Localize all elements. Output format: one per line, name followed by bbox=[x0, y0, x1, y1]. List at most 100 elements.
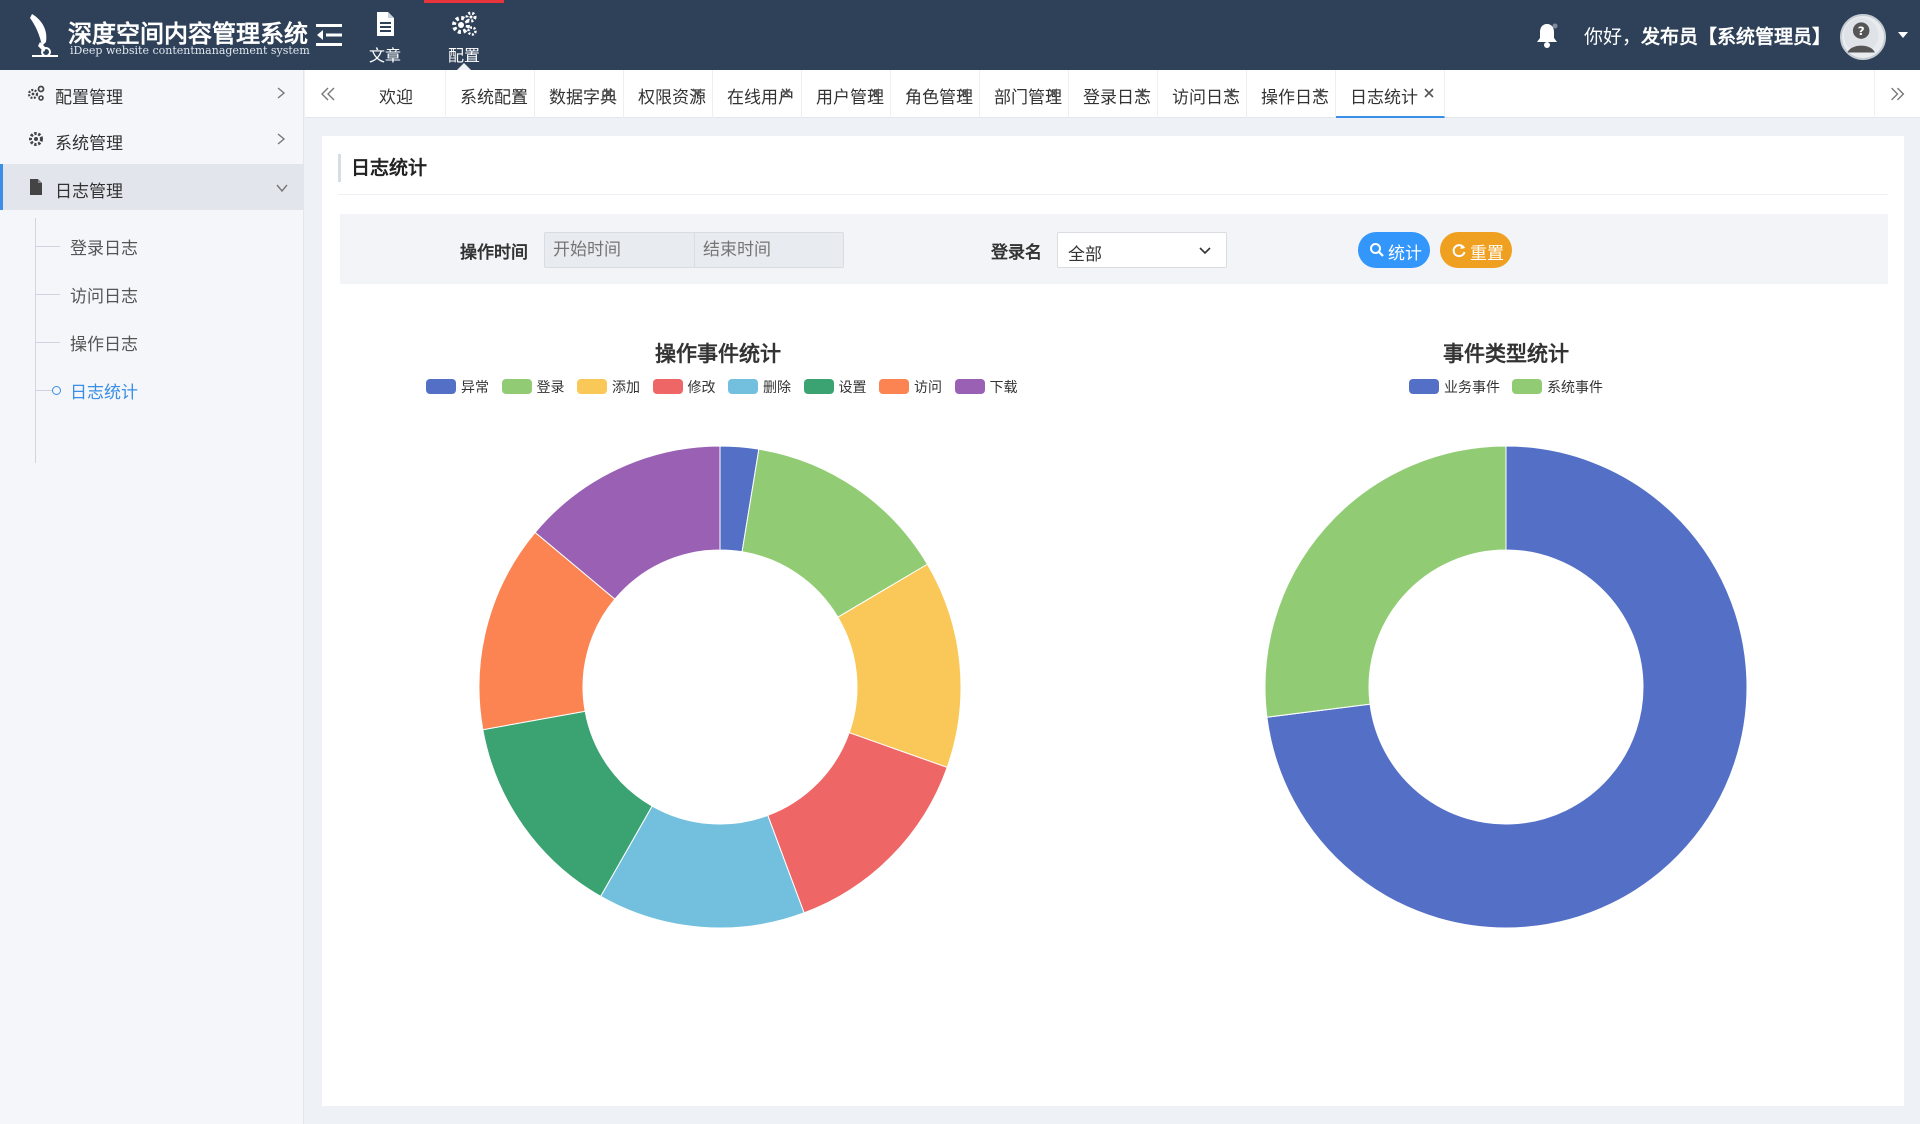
legend-swatch bbox=[1512, 379, 1542, 394]
legend-swatch bbox=[501, 379, 532, 394]
topnav-config-label: 配置 bbox=[447, 46, 480, 65]
tab-item[interactable]: 登录日志 bbox=[1069, 70, 1158, 118]
end-time-input[interactable] bbox=[695, 233, 843, 267]
sidebar-subitem-access-log[interactable]: 访问日志 bbox=[70, 282, 138, 307]
quill-logo-icon bbox=[30, 14, 58, 57]
legend-label: 设置 bbox=[838, 380, 867, 396]
tabs-scroll-right-icon[interactable] bbox=[1874, 70, 1920, 118]
login-name-value: 全部 bbox=[1068, 245, 1102, 265]
donut-chart-operation-events bbox=[478, 445, 962, 929]
donut-slice[interactable] bbox=[1264, 445, 1507, 718]
svg-text:?: ? bbox=[1858, 24, 1865, 38]
tab-item[interactable]: 权限资源 bbox=[624, 70, 713, 118]
legend-swatch bbox=[577, 379, 607, 394]
close-icon[interactable] bbox=[602, 87, 614, 99]
submenu-tick bbox=[36, 294, 60, 295]
close-icon[interactable] bbox=[1314, 87, 1326, 99]
legend-label: 删除 bbox=[763, 380, 791, 396]
close-icon[interactable] bbox=[780, 87, 792, 99]
login-name-label: 登录名 bbox=[991, 243, 1042, 263]
legend-label: 添加 bbox=[612, 380, 640, 396]
title-divider bbox=[338, 194, 1888, 195]
legend-swatch bbox=[954, 379, 985, 394]
tab-item[interactable]: 数据字典 bbox=[535, 70, 624, 118]
active-dot-icon bbox=[52, 386, 61, 395]
topnav-article[interactable]: 文章 bbox=[345, 0, 425, 70]
avatar[interactable]: ? bbox=[1840, 14, 1886, 60]
login-name-select[interactable]: 全部 bbox=[1057, 232, 1227, 268]
filter-bar: 操作时间 登录名 全部 统计 重置 bbox=[340, 214, 1888, 284]
file-icon bbox=[30, 179, 42, 195]
refresh-icon bbox=[1452, 244, 1466, 258]
tab-label: 欢迎 bbox=[379, 88, 413, 108]
top-navbar: 深度空间内容管理系统 iDeep website contentmanageme… bbox=[0, 0, 1920, 70]
cogs-icon bbox=[27, 85, 45, 101]
tab-bar: 欢迎 系统配置 数据字典 权限资源 在线用户 用户管理 角色管理 部门管理 登录日志 访问日志 操作… bbox=[305, 70, 1920, 118]
sidebar-subitem-operation-log[interactable]: 操作日志 bbox=[70, 330, 138, 355]
chart-title-event-types: 事件类型统计 bbox=[1443, 342, 1569, 366]
sidebar-item-config-management[interactable]: 配置管理 bbox=[0, 70, 304, 116]
close-icon[interactable] bbox=[869, 87, 881, 99]
tab-item[interactable]: 用户管理 bbox=[802, 70, 891, 118]
tabs-scroll-left-icon[interactable] bbox=[305, 70, 351, 118]
close-icon[interactable] bbox=[1423, 87, 1435, 99]
chevron-down-icon bbox=[1199, 247, 1211, 255]
start-time-input[interactable] bbox=[545, 233, 693, 267]
document-icon bbox=[377, 12, 394, 36]
submenu-tree-line bbox=[35, 218, 36, 463]
submenu-tick bbox=[36, 342, 60, 343]
user-role: 【系统管理员】 bbox=[1698, 26, 1832, 48]
chart-title-operation-events: 操作事件统计 bbox=[655, 342, 781, 366]
sidebar-subitem-login-log[interactable]: 登录日志 bbox=[70, 234, 138, 259]
chevron-down-icon bbox=[276, 184, 288, 193]
cogs-icon bbox=[452, 11, 477, 36]
legend-label: 登录 bbox=[536, 380, 565, 396]
reset-button-label: 重置 bbox=[1470, 244, 1504, 263]
app-logo[interactable]: 深度空间内容管理系统 iDeep website contentmanageme… bbox=[24, 10, 310, 60]
submenu-tick bbox=[36, 246, 60, 247]
chevron-right-icon bbox=[277, 87, 286, 99]
legend-swatch bbox=[879, 379, 909, 394]
stat-button[interactable]: 统计 bbox=[1358, 232, 1430, 268]
sidebar-item-log-management[interactable]: 日志管理 bbox=[0, 164, 304, 210]
tab-item[interactable]: 日志统计 bbox=[1336, 70, 1445, 118]
close-icon[interactable] bbox=[1225, 87, 1237, 99]
tab-item[interactable]: 部门管理 bbox=[980, 70, 1069, 118]
gear-icon bbox=[29, 132, 43, 146]
sidebar-item-label: 日志管理 bbox=[55, 182, 123, 202]
chart-legend-operation-events: 异常 登录 添加 修改 删除 设置 访问 下载 bbox=[426, 376, 1026, 396]
legend-swatch bbox=[426, 379, 456, 394]
reset-button[interactable]: 重置 bbox=[1440, 232, 1512, 268]
sidebar-item-label: 配置管理 bbox=[55, 88, 123, 108]
sidebar: 配置管理 系统管理 日志管理 登录日志 访问日志 操作日志 日志统计 bbox=[0, 70, 304, 1124]
question-avatar-icon: ? bbox=[1843, 17, 1879, 53]
chevron-right-icon bbox=[277, 133, 286, 145]
tab-item[interactable]: 访问日志 bbox=[1158, 70, 1247, 118]
bell-icon[interactable] bbox=[1535, 22, 1559, 48]
tab-item[interactable]: 系统配置 bbox=[446, 70, 535, 118]
stat-button-label: 统计 bbox=[1388, 244, 1422, 263]
tab-item[interactable]: 在线用户 bbox=[713, 70, 802, 118]
menu-toggle-icon[interactable] bbox=[316, 22, 344, 48]
close-icon[interactable] bbox=[1136, 87, 1148, 99]
tab-item[interactable]: 操作日志 bbox=[1247, 70, 1336, 118]
close-icon[interactable] bbox=[958, 87, 970, 99]
topnav-article-label: 文章 bbox=[368, 46, 401, 65]
close-icon[interactable] bbox=[691, 87, 703, 99]
topnav-config[interactable]: 配置 bbox=[424, 0, 504, 70]
tab-item[interactable]: 角色管理 bbox=[891, 70, 980, 118]
donut-chart-event-types bbox=[1264, 445, 1748, 929]
sidebar-subitem-log-stats[interactable]: 日志统计 bbox=[70, 378, 138, 403]
close-icon[interactable] bbox=[513, 87, 525, 99]
greeting-prefix: 你好， bbox=[1584, 26, 1642, 48]
legend-swatch bbox=[1409, 379, 1439, 394]
chevron-down-icon[interactable] bbox=[1896, 30, 1910, 40]
user-greeting[interactable]: 你好，发布员【系统管理员】 bbox=[1584, 22, 1831, 49]
sidebar-item-system-management[interactable]: 系统管理 bbox=[0, 116, 304, 162]
date-range-picker bbox=[544, 232, 844, 268]
donut-slice[interactable] bbox=[767, 732, 948, 914]
legend-label: 修改 bbox=[687, 380, 716, 396]
close-icon[interactable] bbox=[1047, 87, 1059, 99]
tab-label: 日志统计 bbox=[1350, 88, 1418, 108]
tab-item[interactable]: 欢迎 bbox=[351, 70, 446, 118]
